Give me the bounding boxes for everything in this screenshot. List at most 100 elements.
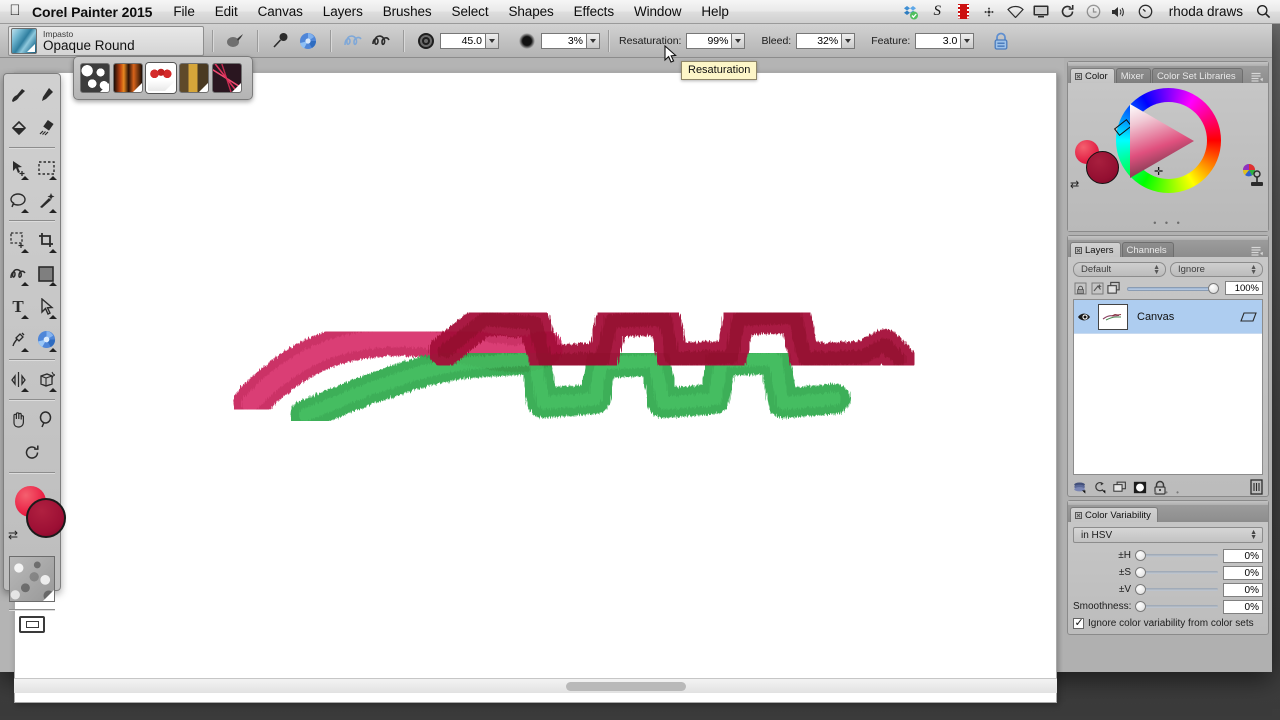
layer-attributes-icon[interactable] [1240,309,1257,327]
rotate-page-tool[interactable] [18,436,47,469]
brush-selector[interactable]: Impasto Opaque Round [8,26,204,56]
variability-slider-v[interactable] [1135,583,1220,596]
layer-opacity-slider[interactable] [1127,282,1219,294]
variability-value-smoothness[interactable]: 0% [1223,599,1263,614]
swap-colors-icon[interactable]: ⇄ [8,528,18,542]
eraser-tool[interactable] [32,111,60,144]
variant-fan[interactable] [212,63,242,93]
layer-list[interactable]: Canvas [1073,299,1263,475]
dropper-icon[interactable] [269,30,291,52]
menu-edit[interactable]: Edit [205,4,248,19]
delete-layer-icon[interactable] [1249,479,1263,495]
volume-icon[interactable] [1111,3,1128,20]
layer-mask-icon[interactable] [1093,480,1107,494]
perspective-guides-tool[interactable] [32,363,60,396]
slider-knob[interactable] [1135,584,1146,595]
slider-knob[interactable] [1135,550,1146,561]
variant-stripes[interactable] [113,63,143,93]
tab-channels[interactable]: Channels [1121,242,1174,257]
menu-layers[interactable]: Layers [313,4,373,19]
brush-opacity-dropdown[interactable] [587,32,600,49]
grabber-tool[interactable] [4,403,32,436]
layer-opacity-knob[interactable] [1208,283,1219,294]
panel-menu-icon[interactable] [1251,244,1264,256]
preserve-transparency-icon[interactable] [1090,281,1104,295]
dynamic-plugins-icon[interactable] [1073,480,1087,494]
tab-layers[interactable]: Layers [1070,242,1121,257]
tab-color[interactable]: Color [1070,68,1115,83]
feature-input[interactable]: 3.0 [915,32,962,49]
lock-layer-icon[interactable] [1073,281,1087,295]
tab-color-variability[interactable]: Color Variability [1070,507,1158,522]
spotlight-search-icon[interactable] [1255,3,1272,20]
dropbox-icon[interactable] [903,3,920,20]
brush-preview-icon[interactable] [224,30,246,52]
table-row[interactable]: Canvas [1074,300,1262,334]
new-layer-circle-icon[interactable] [1133,480,1147,494]
variability-slider-s[interactable] [1135,566,1220,579]
close-icon[interactable] [1075,511,1082,519]
screen-mode-icon[interactable] [19,616,45,633]
back-color-swatch[interactable] [1086,151,1119,184]
new-layer-mask-icon[interactable] [1113,480,1127,494]
magic-wand-tool[interactable] [32,184,60,217]
shape-selection-tool[interactable] [32,290,60,323]
variant-confetti[interactable] [80,63,110,93]
clone-color-icon[interactable] [1242,163,1264,194]
airplay-icon[interactable] [981,3,998,20]
apple-logo-icon[interactable]:  [0,3,30,20]
brush-opacity-input[interactable]: 3% [541,32,587,49]
panel-resize-dots[interactable]: • • • [1068,218,1268,228]
slider-knob[interactable] [1135,601,1146,612]
color-wheel-area[interactable]: ✛ ⇄ • • • [1068,83,1268,231]
horizontal-scrollbar[interactable] [14,678,1057,693]
menu-window[interactable]: Window [624,4,691,19]
new-layer-icon[interactable] [1107,281,1121,295]
paint-bucket-tool[interactable] [4,111,32,144]
rectangular-selection-tool[interactable] [32,151,60,184]
ignore-color-variability-checkbox-row[interactable]: Ignore color variability from color sets [1073,616,1263,629]
paper-texture-swatch[interactable] [9,556,55,602]
tab-mixer[interactable]: Mixer [1115,68,1151,83]
close-icon[interactable] [1075,246,1082,254]
mask-mode-select[interactable]: Ignore ▲ ▼ [1170,262,1263,277]
layer-visibility-icon[interactable] [1074,311,1098,323]
menu-brushes[interactable]: Brushes [373,4,442,19]
resaturation-dropdown[interactable] [732,32,746,49]
rectangular-shape-tool[interactable] [32,257,60,290]
blend-mode-select[interactable]: Default ▲ ▼ [1073,262,1166,277]
bleed-input[interactable]: 32% [796,32,843,49]
menu-file[interactable]: File [163,4,204,19]
horizontal-scrollbar-thumb[interactable] [566,682,686,691]
variability-slider-h[interactable] [1135,549,1220,562]
lasso-tool[interactable] [4,184,32,217]
media-selector-tool[interactable] [32,323,60,356]
wifi-icon[interactable] [1006,3,1024,20]
dropper-tool[interactable] [32,78,60,111]
swap-colors-icon[interactable]: ⇄ [1070,178,1079,191]
display-icon[interactable] [1033,3,1050,20]
back-color-swatch[interactable] [26,498,66,538]
stroke-trail-icon[interactable] [342,30,364,52]
menu-effects[interactable]: Effects [564,4,624,19]
selection-adjuster-tool[interactable] [4,224,32,257]
resaturation-input[interactable]: 99% [686,32,733,49]
menu-shapes[interactable]: Shapes [498,4,563,19]
sync-icon[interactable] [1059,3,1076,20]
menu-select[interactable]: Select [442,4,499,19]
variant-tulips[interactable] [146,63,176,93]
variant-plaid[interactable] [179,63,209,93]
color-variability-mode-select[interactable]: in HSV ▲ ▼ [1073,527,1263,543]
magnifier-tool[interactable] [32,403,60,436]
brush-tool[interactable] [4,78,32,111]
stroke-record-icon[interactable] [370,30,392,52]
mirror-painting-tool[interactable] [4,363,32,396]
crop-tool[interactable] [32,224,60,257]
variability-value-h[interactable]: 0% [1223,548,1263,563]
slider-knob[interactable] [1135,567,1146,578]
layer-adjuster-tool[interactable] [4,151,32,184]
bleed-dropdown[interactable] [842,32,856,49]
brush-size-dropdown[interactable] [486,32,499,49]
brush-size-input[interactable]: 45.0 [440,32,486,49]
pen-tool[interactable] [4,323,32,356]
